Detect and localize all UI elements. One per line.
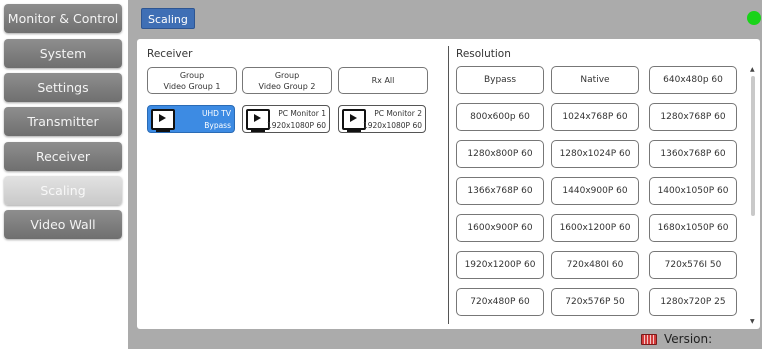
- section-divider: [448, 46, 449, 324]
- receiver-pc-monitor-2[interactable]: PC Monitor 2 1920x1080P 60: [338, 105, 426, 133]
- resolution-option[interactable]: 1280x768P 60: [649, 103, 737, 131]
- keyboard-icon[interactable]: [641, 334, 657, 345]
- resolution-option[interactable]: 1280x720P 25: [649, 288, 737, 316]
- nav-receiver[interactable]: Receiver: [4, 142, 122, 171]
- group-button-line1: Group: [179, 70, 205, 80]
- status-indicator-icon: [747, 11, 761, 25]
- monitor-icon: [151, 109, 175, 130]
- group-button-line1: Group: [274, 70, 300, 80]
- resolution-option[interactable]: 1280x1024P 60: [551, 140, 639, 168]
- resolution-option[interactable]: 720x576P 50: [551, 288, 639, 316]
- group-video-group-1-button[interactable]: Group Video Group 1: [147, 67, 237, 94]
- header: Scaling: [128, 0, 762, 36]
- receiver-pc-monitor-1[interactable]: PC Monitor 1 1920x1080P 60: [242, 105, 330, 133]
- receiver-uhd-tv[interactable]: UHD TV Bypass: [147, 105, 235, 133]
- group-button-line2: Video Group 2: [258, 81, 316, 91]
- device-resolution: Bypass: [204, 121, 231, 130]
- nav-transmitter[interactable]: Transmitter: [4, 107, 122, 136]
- receiver-section-title: Receiver: [147, 48, 193, 60]
- nav-video-wall[interactable]: Video Wall: [4, 210, 122, 239]
- resolution-option[interactable]: Native: [551, 66, 639, 94]
- footer: Version:: [128, 331, 762, 349]
- device-name: UHD TV: [201, 109, 231, 118]
- nav-scaling[interactable]: Scaling: [4, 176, 122, 205]
- resolution-option[interactable]: 720x576I 50: [649, 251, 737, 279]
- rx-all-label: Rx All: [371, 76, 395, 85]
- resolution-scrollbar[interactable]: ▲ ▼: [749, 66, 757, 325]
- resolution-option[interactable]: 1400x1050P 60: [649, 177, 737, 205]
- resolution-option[interactable]: 800x600p 60: [456, 103, 544, 131]
- device-resolution: 1920x1080P 60: [362, 121, 422, 130]
- group-button-line2: Video Group 1: [163, 81, 221, 91]
- resolution-option[interactable]: 1920x1200P 60: [456, 251, 544, 279]
- resolution-option[interactable]: 1600x900P 60: [456, 214, 544, 242]
- resolution-option[interactable]: 1440x900P 60: [551, 177, 639, 205]
- resolution-option[interactable]: 1366x768P 60: [456, 177, 544, 205]
- resolution-option[interactable]: 720x480I 60: [551, 251, 639, 279]
- resolution-option[interactable]: 1680x1050P 60: [649, 214, 737, 242]
- device-resolution: 1920x1080P 60: [266, 121, 326, 130]
- resolution-option[interactable]: 1024x768P 60: [551, 103, 639, 131]
- nav-settings[interactable]: Settings: [4, 73, 122, 102]
- device-name: PC Monitor 2: [374, 109, 422, 118]
- nav-system[interactable]: System: [4, 39, 122, 68]
- device-name: PC Monitor 1: [278, 109, 326, 118]
- content-panel: Receiver Group Video Group 1 Group Video…: [137, 39, 760, 329]
- resolution-option[interactable]: 1280x800P 60: [456, 140, 544, 168]
- nav-monitor-control[interactable]: Monitor & Control: [4, 4, 122, 33]
- scrollbar-thumb[interactable]: [751, 76, 755, 216]
- page-title: Scaling: [141, 8, 195, 29]
- scroll-up-icon[interactable]: ▲: [750, 66, 755, 73]
- resolution-section-title: Resolution: [456, 48, 511, 60]
- rx-all-button[interactable]: Rx All: [338, 67, 428, 94]
- main-panel: Scaling Receiver Group Video Group 1 Gro…: [128, 0, 762, 349]
- resolution-option[interactable]: 1360x768P 60: [649, 140, 737, 168]
- resolution-option[interactable]: 720x480P 60: [456, 288, 544, 316]
- resolution-option[interactable]: Bypass: [456, 66, 544, 94]
- scroll-down-icon[interactable]: ▼: [750, 318, 755, 325]
- sidebar: Monitor & Control System Settings Transm…: [0, 0, 126, 349]
- resolution-option[interactable]: 640x480p 60: [649, 66, 737, 94]
- resolution-option[interactable]: 1600x1200P 60: [551, 214, 639, 242]
- group-video-group-2-button[interactable]: Group Video Group 2: [242, 67, 332, 94]
- version-label: Version:: [664, 332, 713, 346]
